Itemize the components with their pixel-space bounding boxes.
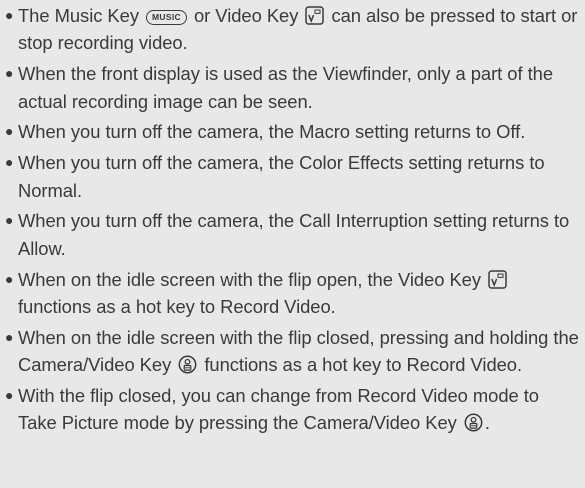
item-text: When you turn off the camera, the Color … <box>18 152 545 201</box>
video-key-icon <box>305 6 325 25</box>
bullet-dot: ● <box>5 270 14 287</box>
item-text-after: functions as a hot key to Record Video. <box>18 296 336 318</box>
list-item: ● When you turn off the camera, the Macro… <box>5 118 579 145</box>
bullet-dot: ● <box>5 123 14 140</box>
item-text: When you turn off the camera, the Call I… <box>18 210 570 259</box>
list-item: ● When on the idle screen with the flip o… <box>5 266 579 321</box>
list-item: ● When you turn off the camera, the Call … <box>5 207 579 262</box>
camera-video-key-icon <box>464 413 483 432</box>
item-text-before: The Music Key <box>18 5 145 26</box>
item-text-after: . <box>484 412 490 434</box>
music-key-icon: MUSIC <box>146 10 187 25</box>
item-text-after: functions as a hot key to Record Video. <box>199 354 523 376</box>
item-text-middle: or Video Key <box>188 5 304 26</box>
item-text: When the front display is used as the Vi… <box>18 63 554 112</box>
bullet-dot: ● <box>5 387 14 404</box>
bullet-dot: ● <box>5 212 14 229</box>
bullet-dot: ● <box>5 7 14 23</box>
bullet-dot: ● <box>5 154 14 171</box>
item-text-before: When on the idle screen with the flip op… <box>18 268 487 290</box>
bullet-dot: ● <box>5 328 14 345</box>
list-item: ● The Music Key MUSIC or Video Key can al… <box>5 2 579 57</box>
video-key-icon <box>488 269 507 289</box>
manual-page: ● The Music Key MUSIC or Video Key can al… <box>0 0 585 488</box>
list-item: ● When the front display is used as the V… <box>5 60 579 115</box>
camera-video-key-icon <box>178 355 197 374</box>
list-item: ● When you turn off the camera, the Color… <box>5 149 579 204</box>
list-item: ● When on the idle screen with the flip c… <box>5 324 579 379</box>
bullet-dot: ● <box>5 65 14 82</box>
notes-list: ● The Music Key MUSIC or Video Key can al… <box>5 2 579 437</box>
item-text: When you turn off the camera, the Macro … <box>18 121 526 143</box>
list-item: ● With the flip closed, you can change fr… <box>5 382 579 437</box>
item-text-before: With the flip closed, you can change fro… <box>18 385 539 434</box>
